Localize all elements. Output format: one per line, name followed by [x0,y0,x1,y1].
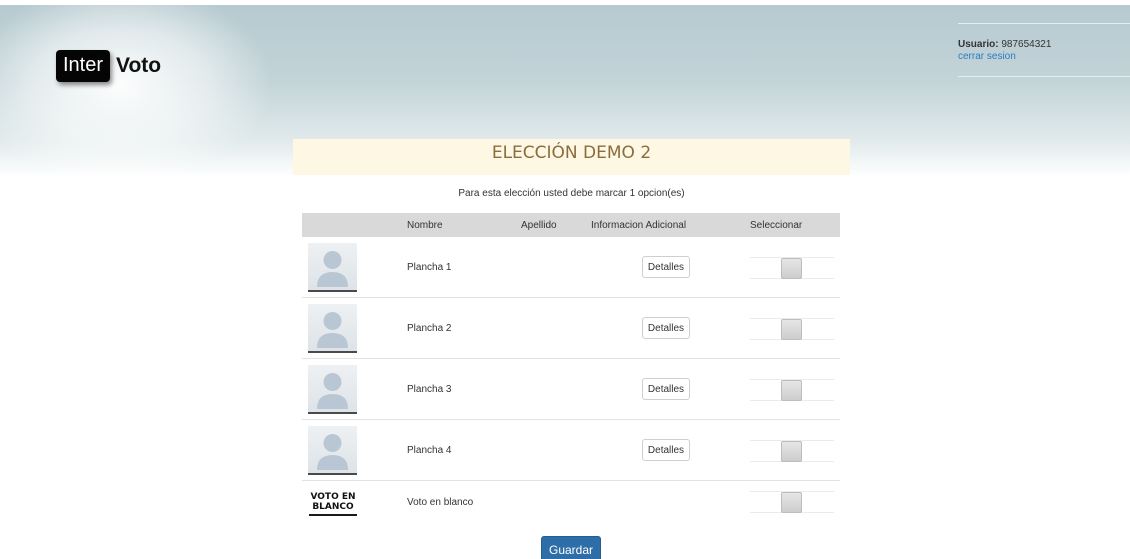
header-apellido: Apellido [521,220,557,231]
logo-text: Voto [116,54,162,77]
select-cell [750,379,834,401]
details-button[interactable]: Detalles [642,439,690,461]
select-cell [750,440,834,462]
blank-vote-badge: VOTO EN BLANCO [309,490,357,516]
select-checkbox[interactable] [781,380,802,401]
select-cell [750,257,834,279]
header-nombre: Nombre [407,220,443,231]
save-button[interactable]: Guardar [541,536,601,559]
avatar-placeholder-icon [308,426,357,475]
user-label: Usuario: [958,39,999,50]
header-glow [0,0,270,185]
row-name: Plancha 1 [407,262,452,273]
select-checkbox[interactable] [781,441,802,462]
table-row: Plancha 3 Detalles [302,359,840,420]
user-info: Usuario: 987654321 [958,39,1130,50]
user-panel: Usuario: 987654321 cerrar sesion [958,23,1130,77]
row-name: Plancha 3 [407,384,452,395]
details-button[interactable]: Detalles [642,378,690,400]
table-row: Plancha 4 Detalles [302,420,840,481]
avatar-placeholder-icon [308,243,357,292]
header-info: Informacion Adicional [591,220,687,231]
table-header: Nombre Apellido Informacion Adicional Se… [302,213,840,237]
page: Inter Voto Usuario: 987654321 cerrar ses… [0,0,1130,559]
user-id: 987654321 [1001,39,1052,50]
row-name: Plancha 4 [407,445,452,456]
select-checkbox[interactable] [781,319,802,340]
avatar-placeholder-icon [308,304,357,353]
blank-badge-line2: BLANCO [312,502,354,512]
select-cell [750,491,834,513]
intervoto-logo: Inter Voto [56,50,161,82]
select-checkbox[interactable] [781,492,802,513]
avatar-placeholder-icon [308,365,357,414]
election-instruction: Para esta elección usted debe marcar 1 o… [458,188,685,199]
logout-link[interactable]: cerrar sesion [958,51,1130,62]
select-checkbox[interactable] [781,258,802,279]
table-row-blank-vote: VOTO EN BLANCO Voto en blanco [302,481,840,526]
select-cell [750,318,834,340]
details-button[interactable]: Detalles [642,317,690,339]
table-row: Plancha 2 Detalles [302,298,840,359]
blank-badge-line1: VOTO EN [310,492,356,502]
row-name: Voto en blanco [407,497,474,508]
logo-box: Inter [56,50,111,82]
table-row: Plancha 1 Detalles [302,237,840,298]
election-title: ELECCIÓN DEMO 2 [293,139,850,175]
header-select: Seleccionar [750,220,803,231]
candidates-table: Nombre Apellido Informacion Adicional Se… [302,213,840,526]
row-name: Plancha 2 [407,323,452,334]
details-button[interactable]: Detalles [642,256,690,278]
